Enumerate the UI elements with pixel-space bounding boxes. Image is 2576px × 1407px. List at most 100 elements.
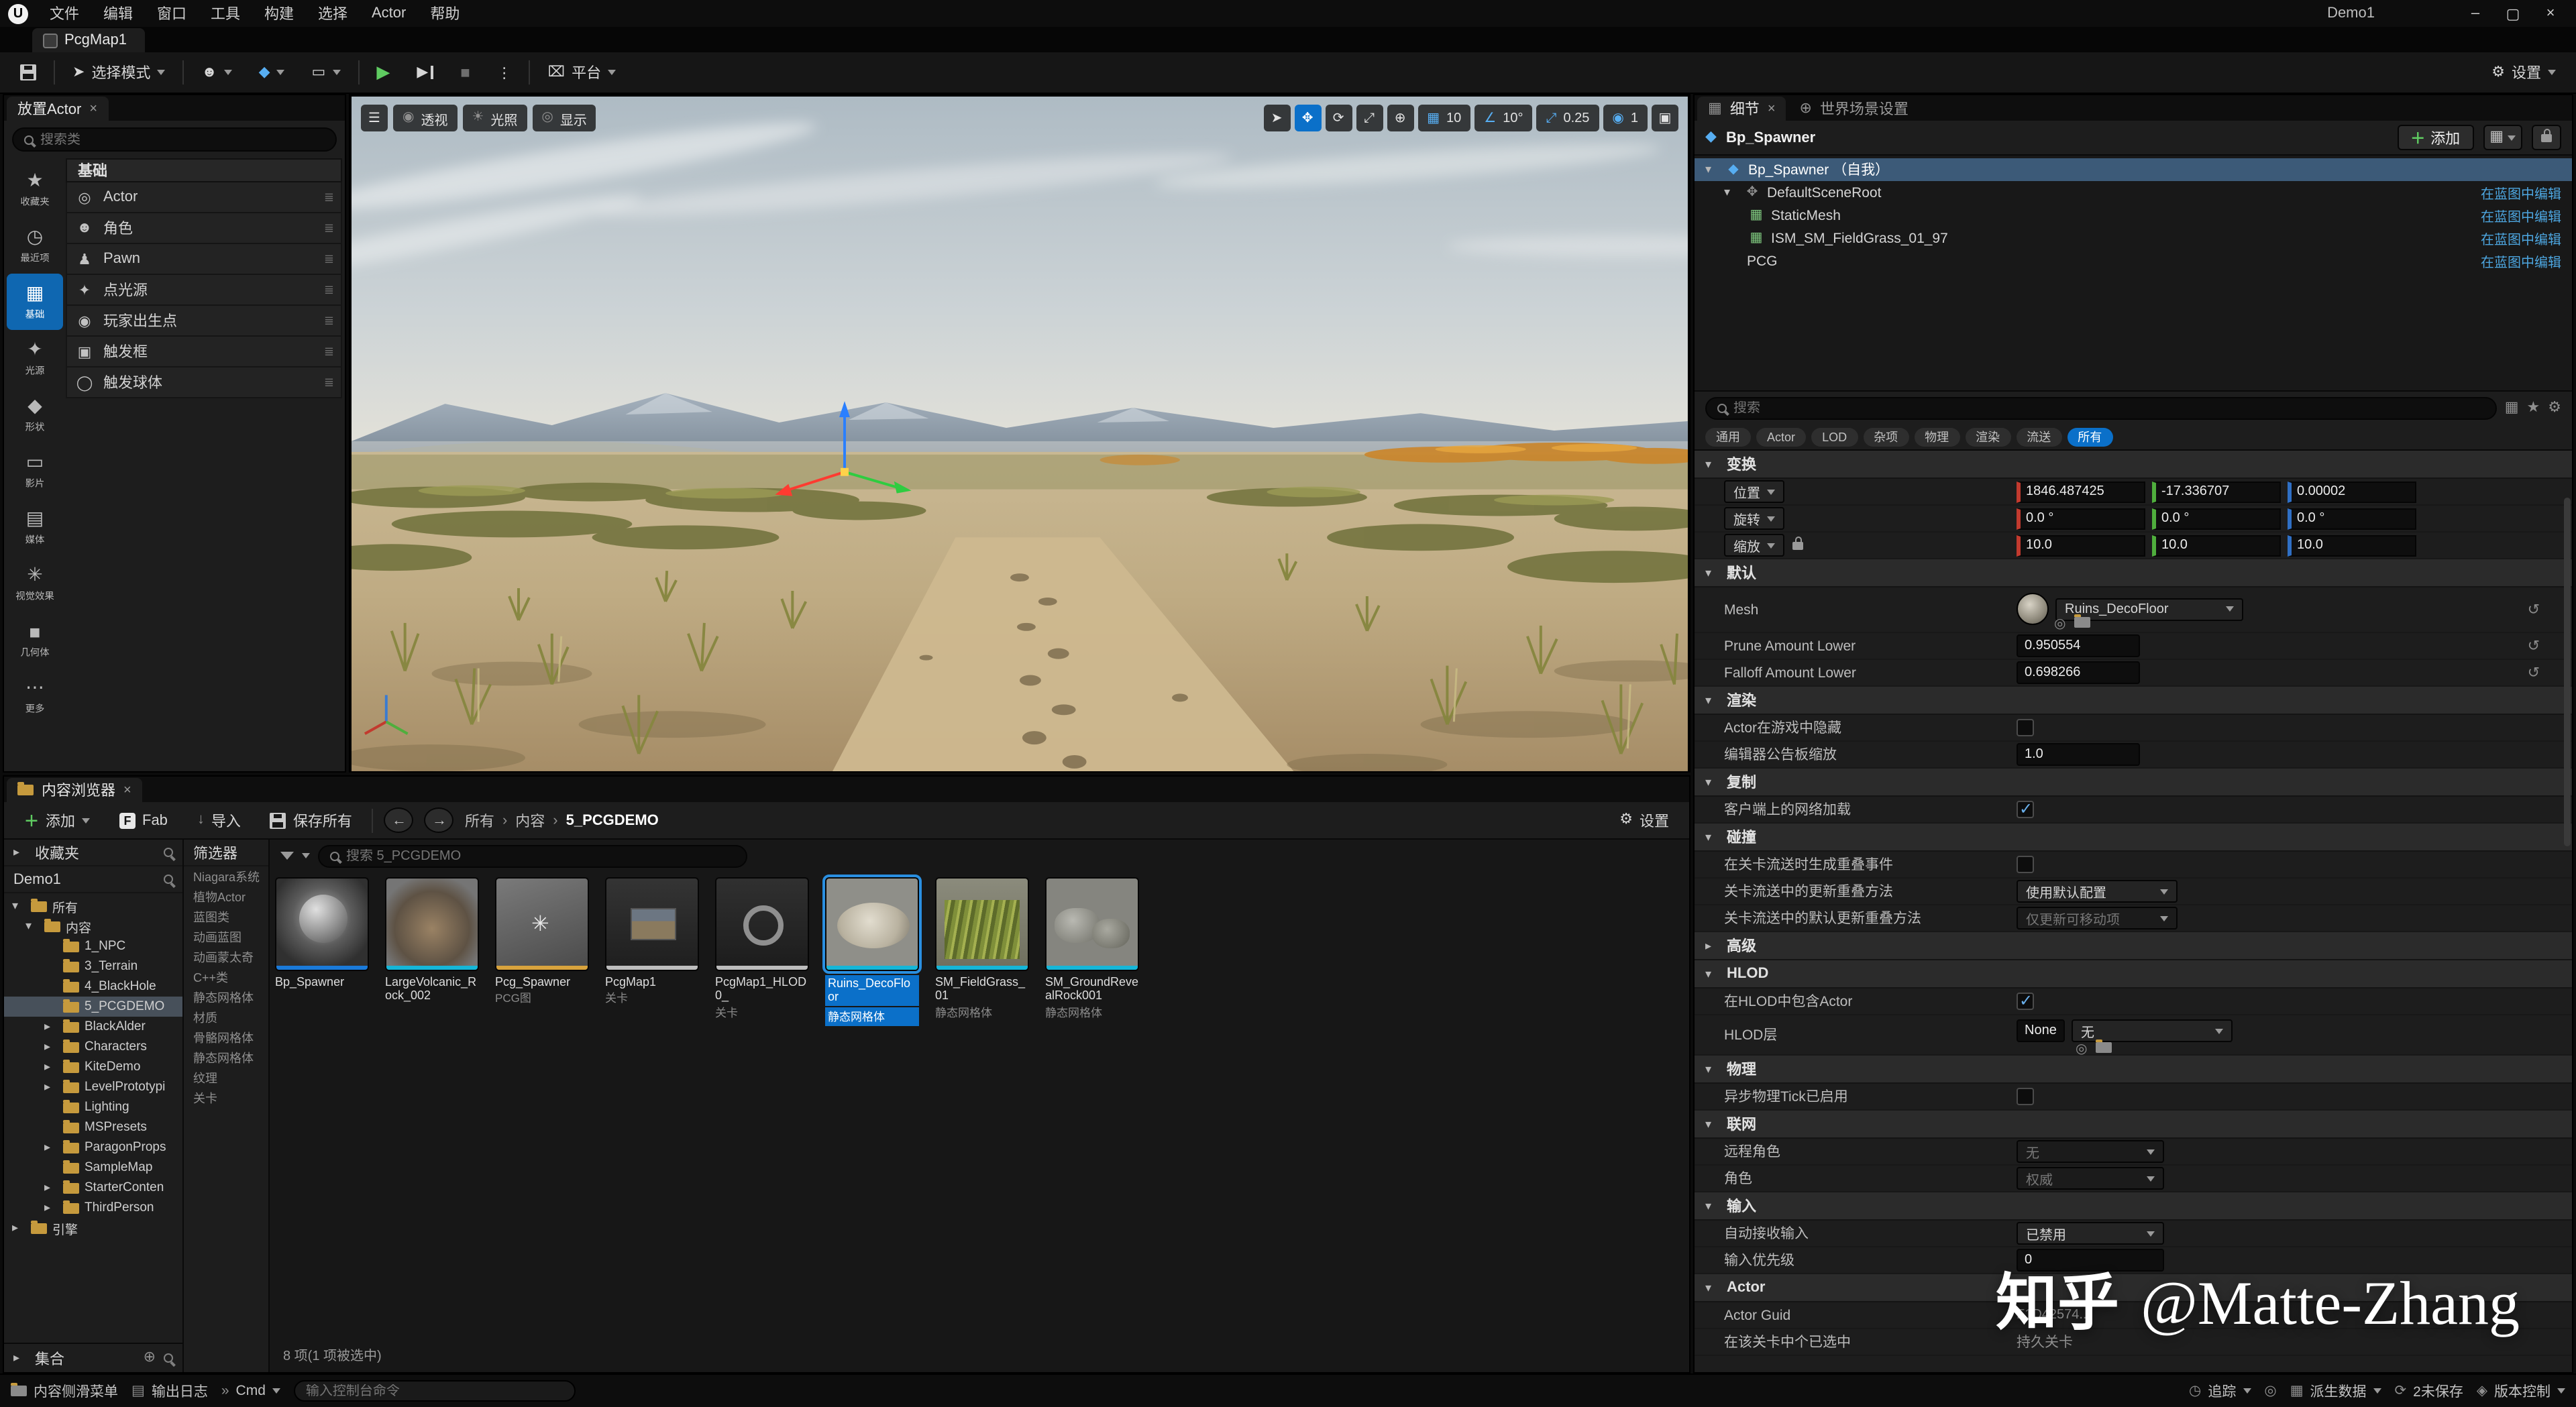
use-selected-asset-icon[interactable]: ◎	[2054, 617, 2065, 632]
menu-tools[interactable]: 工具	[200, 0, 251, 27]
move-tool[interactable]: ✥	[1294, 105, 1321, 131]
display-options-icon[interactable]: ▦	[2505, 400, 2519, 415]
folder-item-selected[interactable]: 5_PCGDEMO	[4, 997, 182, 1017]
update-overlaps-dropdown[interactable]: 使用默认配置	[2017, 880, 2178, 903]
category-media[interactable]: ▤媒体	[7, 499, 63, 555]
menu-window[interactable]: 窗口	[146, 0, 197, 27]
show-dropdown[interactable]: ◎显示	[532, 105, 596, 131]
asset-search[interactable]	[318, 844, 747, 867]
section-input[interactable]: ▾输入	[1695, 1192, 2572, 1221]
drag-handle[interactable]: ≣	[324, 190, 333, 205]
breadcrumb-content[interactable]: 内容	[515, 809, 545, 831]
chip-actor[interactable]: Actor	[1756, 427, 1806, 446]
tab-content-browser[interactable]: 内容浏览器 ×	[7, 778, 142, 802]
asset-sm-groundrevealrock[interactable]: SM_GroundRevealRock001 静态网格体	[1045, 877, 1139, 1025]
scale-z-field[interactable]: 10.0	[2288, 534, 2416, 556]
asset-ruins-decofloor-selected[interactable]: Ruins_DecoFloor 静态网格体	[825, 877, 919, 1025]
output-log-button[interactable]: ▤输出日志	[131, 1381, 208, 1401]
chip-lod[interactable]: LOD	[1811, 427, 1858, 446]
edit-in-blueprint-link[interactable]: 在蓝图中编辑	[2481, 182, 2561, 203]
forward-button[interactable]: →	[425, 807, 454, 833]
category-shapes[interactable]: ◆形状	[7, 386, 63, 443]
component-row-static-mesh[interactable]: ▦ StaticMesh 在蓝图中编辑	[1695, 204, 2572, 227]
search-icon[interactable]	[164, 848, 173, 857]
breadcrumb-all[interactable]: 所有	[465, 809, 494, 831]
folder-content[interactable]: ▾内容	[4, 916, 182, 936]
editor-mode-dropdown[interactable]: ➤ 选择模式	[63, 58, 174, 87]
filter-item[interactable]: 动画蓝图	[184, 927, 268, 947]
placeable-trigger-sphere[interactable]: ◯触发球体≣	[66, 368, 342, 398]
edit-in-blueprint-link[interactable]: 在蓝图中编辑	[2481, 251, 2561, 271]
folder-item[interactable]: 3_Terrain	[4, 956, 182, 976]
scale-lock-icon[interactable]	[1792, 541, 1803, 549]
add-component-button[interactable]: ＋ 添加	[2397, 125, 2473, 150]
cmd-dropdown[interactable]: »Cmd	[221, 1383, 280, 1399]
rotation-y-field[interactable]: 0.0 °	[2152, 508, 2281, 529]
falloff-amount-field[interactable]: 0.698266	[2017, 661, 2140, 684]
folder-engine[interactable]: ▸引擎	[4, 1218, 182, 1238]
location-dropdown[interactable]: 位置	[1724, 480, 1784, 503]
placeable-character[interactable]: ☻角色≣	[66, 213, 342, 244]
folder-item[interactable]: ▸ThirdPerson	[4, 1198, 182, 1218]
folder-all[interactable]: ▾所有	[4, 896, 182, 916]
component-row-ism-grass[interactable]: ▦ ISM_SM_FieldGrass_01_97 在蓝图中编辑	[1695, 227, 2572, 249]
placeable-trigger-box[interactable]: ▣触发框≣	[66, 337, 342, 368]
search-icon[interactable]	[164, 1353, 173, 1363]
place-actors-search[interactable]	[12, 127, 337, 152]
scale-snap-control[interactable]: ⤢0.25	[1536, 105, 1599, 131]
drag-handle[interactable]: ≣	[324, 344, 333, 359]
section-default[interactable]: ▾默认	[1695, 559, 2572, 587]
placeable-player-start[interactable]: ◉玩家出生点≣	[66, 306, 342, 337]
placeable-actor[interactable]: ◎Actor≣	[66, 182, 342, 213]
category-visual-effects[interactable]: ✳视觉效果	[7, 555, 63, 612]
back-button[interactable]: ←	[384, 807, 414, 833]
category-cinematic[interactable]: ▭影片	[7, 443, 63, 499]
world-local-toggle[interactable]: ⊕	[1387, 105, 1413, 131]
details-lock-button[interactable]	[2532, 125, 2561, 150]
drag-handle[interactable]: ≣	[324, 375, 333, 390]
frame-skip-button[interactable]: ▶	[407, 58, 443, 87]
play-options-kebab[interactable]: ⋮	[488, 58, 521, 87]
folder-item[interactable]: MSPresets	[4, 1117, 182, 1137]
browse-to-asset-icon[interactable]	[2095, 1042, 2111, 1053]
menu-help[interactable]: 帮助	[419, 0, 470, 27]
play-button[interactable]: ▶	[367, 58, 399, 87]
drag-handle[interactable]: ≣	[324, 221, 333, 235]
hidden-in-game-checkbox[interactable]	[2017, 719, 2034, 736]
filter-item[interactable]: 蓝图类	[184, 907, 268, 927]
menu-edit[interactable]: 编辑	[93, 0, 144, 27]
select-tool[interactable]: ➤	[1263, 105, 1290, 131]
section-rendering[interactable]: ▾渲染	[1695, 687, 2572, 715]
generate-overlap-checkbox[interactable]	[2017, 856, 2034, 873]
search-icon[interactable]	[164, 875, 173, 884]
section-networking[interactable]: ▾联网	[1695, 1111, 2572, 1139]
fab-button[interactable]: FFab	[110, 805, 177, 835]
folder-item[interactable]: ▸Characters	[4, 1037, 182, 1057]
asset-pcgmap1[interactable]: PcgMap1 关卡	[605, 877, 699, 1025]
add-collection-icon[interactable]: ⊕	[144, 1351, 156, 1365]
category-basic[interactable]: ▦基础	[7, 274, 63, 330]
filter-funnel-icon[interactable]	[280, 852, 294, 860]
async-physics-checkbox[interactable]	[2017, 1088, 2034, 1105]
edit-in-blueprint-link[interactable]: 在蓝图中编辑	[2481, 228, 2561, 248]
add-asset-button[interactable]: ＋添加	[15, 805, 99, 835]
viewport-options-hamburger[interactable]: ☰	[361, 105, 388, 131]
view-options-button[interactable]: ▦	[2483, 125, 2522, 150]
section-actor[interactable]: ▾Actor	[1695, 1274, 2572, 1302]
save-button[interactable]	[11, 58, 46, 87]
insights-button[interactable]: ◎	[2264, 1384, 2276, 1398]
minimize-button[interactable]: –	[2458, 1, 2493, 25]
filter-item[interactable]: 材质	[184, 1007, 268, 1027]
filter-item[interactable]: Niagara系统	[184, 866, 268, 887]
search-classes-input[interactable]	[40, 132, 325, 147]
camera-speed-control[interactable]: ◉1	[1603, 105, 1648, 131]
placeable-pawn[interactable]: ♟Pawn≣	[66, 244, 342, 275]
category-more[interactable]: ⋯更多	[7, 668, 63, 724]
breadcrumb-current[interactable]: 5_PCGDEMO	[566, 812, 659, 828]
folder-item[interactable]: 4_BlackHole	[4, 976, 182, 997]
include-hlod-checkbox[interactable]	[2017, 993, 2034, 1010]
console-command-input-wrap[interactable]	[294, 1380, 576, 1402]
perspective-dropdown[interactable]: ◉透视	[393, 105, 457, 131]
cinematics-dropdown[interactable]: ▭	[303, 58, 350, 87]
location-z-field[interactable]: 0.00002	[2288, 481, 2416, 502]
